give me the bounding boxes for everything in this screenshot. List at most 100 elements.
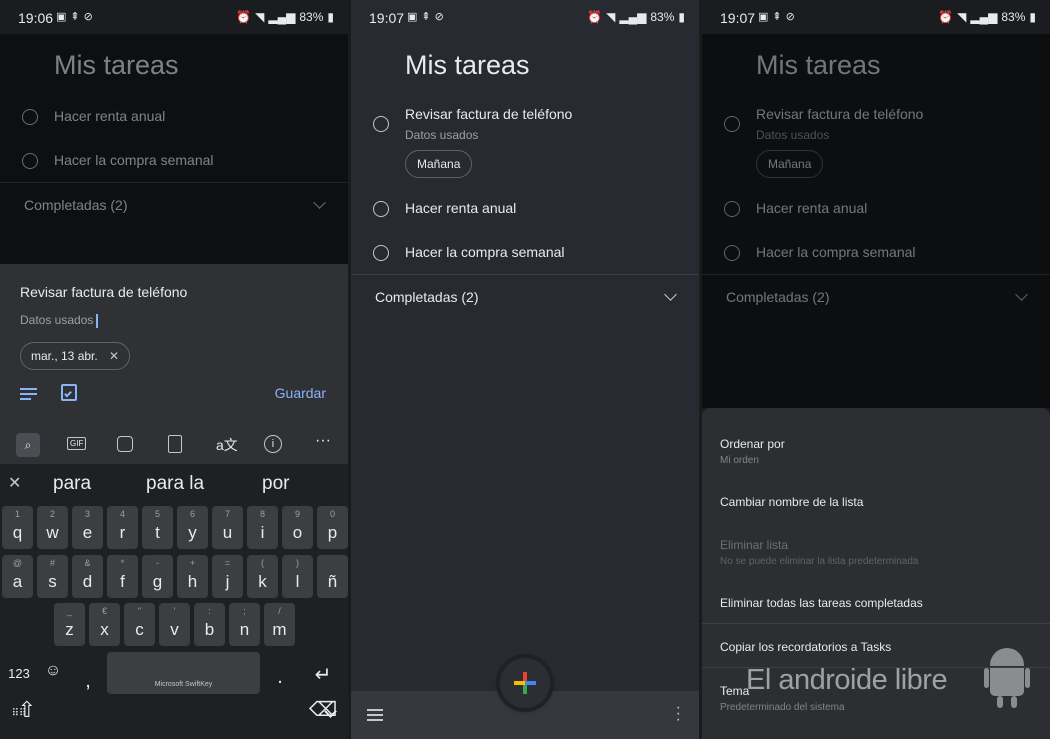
save-button[interactable]: Guardar	[275, 385, 326, 401]
task-label: Hacer renta anual	[405, 200, 517, 216]
key[interactable]: * f	[107, 555, 138, 598]
key-alt-label: *	[120, 558, 125, 568]
android-logo-icon	[984, 648, 1030, 708]
menu-item-delete-completed[interactable]: Eliminar todas las tareas completadas	[720, 596, 923, 610]
suggestion[interactable]: para la	[146, 473, 204, 495]
space-key[interactable]: Microsoft SwiftKey	[107, 652, 260, 694]
key[interactable]: :b	[194, 603, 225, 646]
period-key[interactable]: .	[270, 666, 290, 689]
text-cursor	[96, 313, 98, 328]
search-icon[interactable]: ⌕	[16, 433, 40, 457]
page-title: Mis tareas	[405, 50, 530, 80]
sticker-icon[interactable]	[117, 436, 133, 452]
task-item[interactable]: Hacer la compra semanal	[373, 244, 565, 261]
key[interactable]: 9o	[282, 506, 313, 549]
divider	[351, 274, 699, 275]
more-icon[interactable]: ···	[315, 432, 331, 450]
suggestion[interactable]: por	[262, 473, 289, 495]
task-item[interactable]: Revisar factura de teléfono Datos usados…	[373, 106, 572, 178]
status-time: 19:06	[18, 10, 54, 26]
key[interactable]: -g	[142, 555, 173, 598]
key[interactable]: (k	[247, 555, 278, 598]
key[interactable]: 1q	[2, 506, 33, 549]
completed-section-toggle[interactable]: Completadas (2)	[375, 289, 479, 305]
key[interactable]: 8i	[247, 506, 278, 549]
key-label: x	[100, 620, 109, 639]
task-title-field[interactable]: Revisar factura de teléfono	[20, 284, 187, 300]
keyboard-switch-icon[interactable]: ⠿⠿	[8, 708, 30, 719]
calendar-icon[interactable]	[61, 384, 77, 401]
key[interactable]: = j	[212, 555, 243, 598]
chevron-down-icon[interactable]	[322, 705, 340, 719]
key-label: v	[170, 620, 179, 639]
status-right: ⏰ ◥ ▂▄▆ 83% ▮	[938, 10, 1036, 24]
key[interactable]: 5t	[142, 506, 173, 549]
wifi-icon: ◥	[255, 10, 265, 24]
menu-item-sort[interactable]: Ordenar por Mi orden	[720, 437, 785, 466]
key[interactable]: _ z	[54, 603, 85, 646]
key-label: n	[239, 620, 250, 639]
add-details-icon[interactable]	[20, 388, 37, 400]
info-icon[interactable]: i	[264, 435, 282, 453]
task-checkbox[interactable]	[373, 245, 389, 261]
key[interactable]: ) l	[282, 555, 313, 598]
menu-item-delete-list: Eliminar lista No se puede eliminar la l…	[720, 538, 918, 567]
close-icon[interactable]: ✕	[109, 349, 119, 363]
key-label: f	[120, 572, 125, 591]
comma-key[interactable]: ,	[78, 670, 98, 693]
translate-icon[interactable]: a文	[216, 435, 238, 455]
close-icon[interactable]: ✕	[8, 473, 21, 493]
date-chip[interactable]: mar., 13 abr. ✕	[20, 342, 131, 370]
key-alt-label: (	[261, 558, 264, 568]
gif-icon[interactable]: GIF	[67, 437, 87, 450]
menu-item-copy-reminders[interactable]: Copiar los recordatorios a Tasks	[720, 640, 891, 654]
key[interactable]: ' v	[159, 603, 190, 646]
key-label: q	[12, 523, 23, 542]
scrim[interactable]	[702, 34, 1050, 408]
clipboard-icon[interactable]	[168, 435, 182, 453]
task-label: Revisar factura de teléfono	[405, 106, 573, 122]
key[interactable]: & d	[72, 555, 103, 598]
key[interactable]: € x	[89, 603, 120, 646]
key-label: y	[188, 523, 197, 542]
suggestion[interactable]: para	[53, 473, 91, 495]
key-alt-label: 6	[189, 509, 195, 519]
battery-icon: ▮	[1029, 10, 1036, 24]
numbers-key[interactable]: 123	[4, 666, 34, 681]
key[interactable]: 7u	[212, 506, 243, 549]
key-label: w	[46, 523, 59, 542]
key-alt-label: ;	[243, 606, 246, 616]
task-item[interactable]: Hacer renta anual	[373, 200, 516, 217]
key[interactable]: 0p	[317, 506, 348, 549]
key-alt-label: :	[208, 606, 211, 616]
task-details-field[interactable]: Datos usados	[20, 313, 98, 328]
key[interactable]: ; n	[229, 603, 260, 646]
due-date-chip[interactable]: Mañana	[405, 150, 473, 178]
add-task-button[interactable]	[500, 658, 550, 708]
key[interactable]: + h	[177, 555, 208, 598]
task-checkbox[interactable]	[373, 201, 389, 217]
more-vert-icon[interactable]: · · ·	[676, 700, 681, 728]
alarm-icon: ⏰	[587, 10, 603, 24]
emoji-icon[interactable]: ☺	[43, 662, 63, 680]
key[interactable]: 3e	[72, 506, 103, 549]
wifi-icon: ◥	[606, 10, 616, 24]
key-alt-label: €	[101, 606, 107, 616]
key[interactable]: 4r	[107, 506, 138, 549]
task-checkbox[interactable]	[373, 116, 389, 132]
signal-icon: ▂▄▆	[970, 10, 998, 24]
key[interactable]: ñ	[317, 555, 348, 598]
key[interactable]: 6y	[177, 506, 208, 549]
menu-item-rename-list[interactable]: Cambiar nombre de la lista	[720, 495, 863, 509]
key-label: s	[48, 572, 57, 591]
enter-icon[interactable]: ↵	[306, 662, 340, 687]
key-alt-label: 0	[329, 509, 335, 519]
key[interactable]: " c	[124, 603, 155, 646]
key[interactable]: 2w	[37, 506, 68, 549]
key[interactable]: # s	[37, 555, 68, 598]
battery-percent: 83%	[1001, 10, 1026, 24]
key[interactable]: / m	[264, 603, 295, 646]
menu-icon[interactable]	[367, 709, 383, 721]
key[interactable]: @ a	[2, 555, 33, 598]
chevron-down-icon[interactable]	[664, 288, 677, 301]
